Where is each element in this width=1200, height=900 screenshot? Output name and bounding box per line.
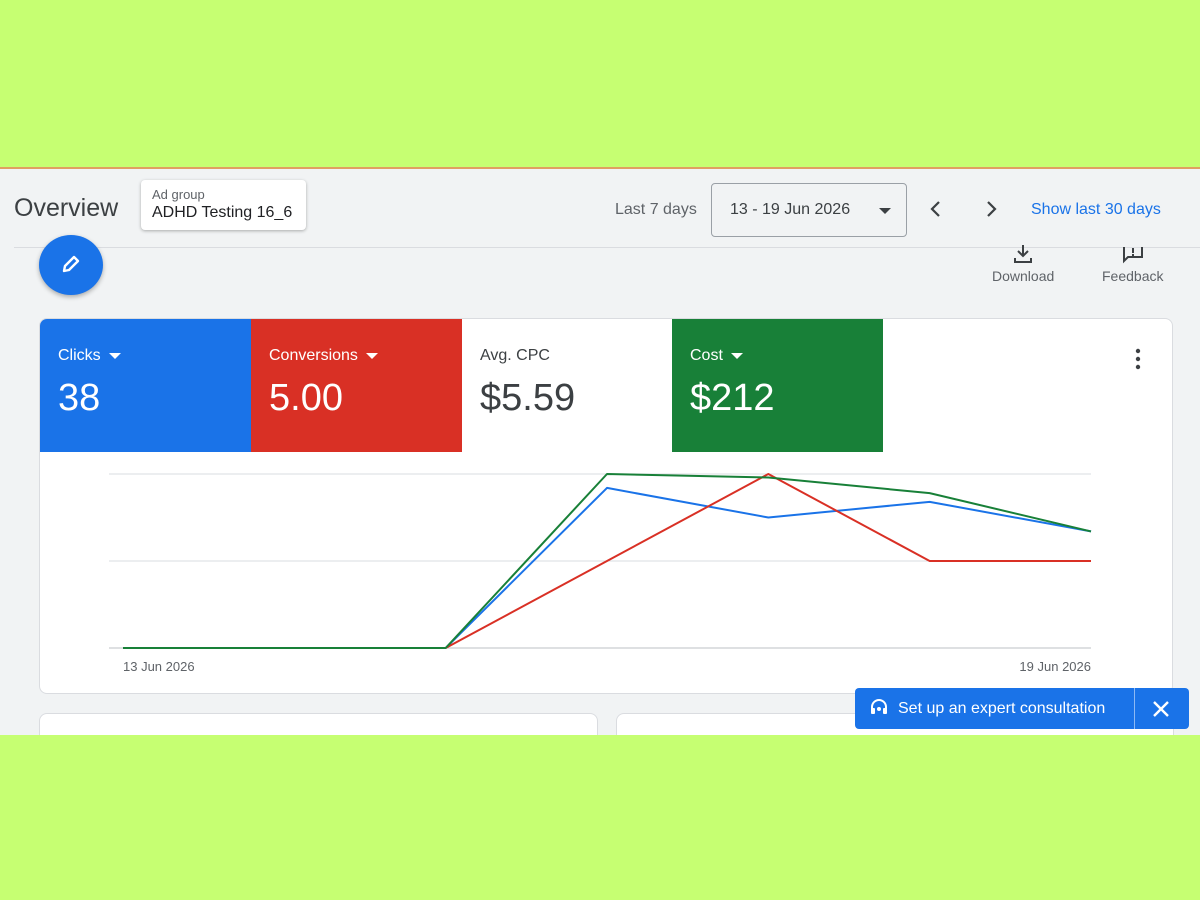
consultation-text: Set up an expert consultation	[898, 700, 1106, 717]
page-title: Overview	[14, 194, 119, 222]
metric-tile-conversions[interactable]: Conversions 5.00	[251, 319, 462, 452]
metric-label: Cost	[690, 347, 723, 364]
close-icon[interactable]	[1150, 698, 1172, 720]
x-tick-label: 13 Jun 2026	[123, 659, 195, 674]
banner-divider	[1134, 688, 1135, 729]
metric-value: 38	[58, 377, 101, 419]
ad-group-label: Ad group	[152, 187, 205, 202]
overview-header: Overview Ad group ADHD Testing 16_6 Last…	[0, 169, 1200, 247]
feedback-label: Feedback	[1102, 268, 1164, 284]
date-range-value: 13 - 19 Jun 2026	[730, 201, 851, 218]
feedback-button[interactable]: Feedback	[1102, 245, 1163, 284]
metric-label: Avg. CPC	[480, 347, 550, 364]
metric-label: Clicks	[58, 347, 101, 364]
edit-fab-button[interactable]	[39, 235, 103, 295]
metric-tile-avg-cpc[interactable]: Avg. CPC $5.59	[462, 319, 673, 452]
metric-tile-clicks[interactable]: Clicks 38	[40, 319, 251, 452]
chevron-left-icon	[930, 201, 940, 217]
metric-label: Conversions	[269, 347, 358, 364]
previous-period-button[interactable]	[923, 196, 949, 222]
metric-value: $212	[690, 377, 775, 419]
download-icon	[1014, 245, 1033, 263]
metric-value: 5.00	[269, 377, 343, 419]
feedback-icon	[1122, 247, 1143, 264]
series-line-clicks	[123, 486, 1092, 649]
headset-icon	[871, 699, 887, 714]
ad-group-value: ADHD Testing 16_6	[152, 204, 293, 221]
next-period-button[interactable]	[978, 196, 1004, 222]
metric-value: $5.59	[480, 377, 576, 419]
bottom-card-left	[39, 713, 598, 735]
download-button[interactable]: Download	[992, 245, 1054, 284]
show-last-30-days-link[interactable]: Show last 30 days	[1031, 201, 1161, 219]
dropdown-caret-icon	[730, 353, 743, 359]
metric-tile-cost[interactable]: Cost $212	[672, 319, 883, 452]
chevron-right-icon	[987, 201, 997, 217]
dropdown-caret-icon	[879, 208, 891, 214]
performance-card: Clicks 38 Conversions 5.00 Avg. CPC $5.5…	[39, 318, 1173, 694]
x-tick-label: 19 Jun 2026	[1019, 659, 1091, 674]
performance-line-chart: 13 Jun 2026 19 Jun 2026	[109, 473, 1092, 674]
dropdown-caret-icon	[108, 353, 121, 359]
ads-overview-screen: Overview Ad group ADHD Testing 16_6 Last…	[0, 167, 1200, 735]
more-options-button[interactable]	[1128, 347, 1148, 371]
pencil-icon	[62, 255, 80, 273]
date-range-label: Last 7 days	[615, 201, 697, 218]
date-range-dropdown[interactable]: 13 - 19 Jun 2026	[711, 183, 907, 237]
download-label: Download	[992, 268, 1055, 284]
more-vert-icon	[1135, 348, 1141, 370]
expert-consultation-banner[interactable]: Set up an expert consultation	[855, 688, 1189, 729]
dropdown-caret-icon	[365, 353, 378, 359]
ad-group-selector[interactable]: Ad group ADHD Testing 16_6	[141, 180, 306, 230]
